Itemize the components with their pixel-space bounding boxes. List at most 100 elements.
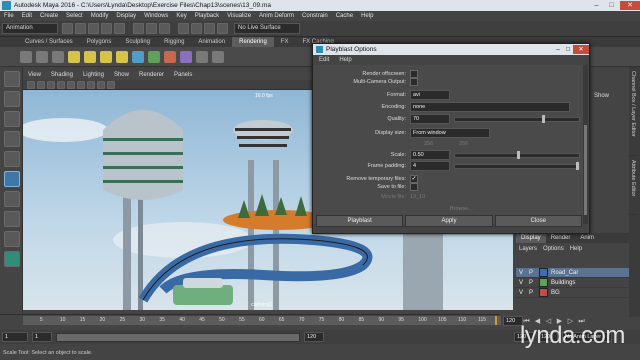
bookmarks-icon[interactable] [37, 80, 45, 89]
quality-slider[interactable] [454, 114, 580, 123]
layer-menu-options[interactable]: Options [543, 246, 564, 252]
range-start-field[interactable]: 1 [2, 332, 28, 342]
render-settings-icon[interactable] [20, 50, 32, 63]
minimize-icon[interactable]: – [590, 1, 603, 10]
frame-padding-slider[interactable] [454, 161, 580, 170]
vp-menu-panels[interactable]: Panels [174, 72, 192, 78]
menu-cache[interactable]: Cache [336, 13, 353, 19]
shelf-tab-animation[interactable]: Animation [191, 37, 232, 47]
lambert-material-icon[interactable] [148, 50, 160, 63]
redo-icon[interactable] [114, 23, 125, 34]
menu-playback[interactable]: Playback [195, 13, 219, 19]
move-tool-icon[interactable] [4, 131, 20, 147]
layer-tab-render[interactable]: Render [546, 233, 576, 243]
lights-icon[interactable] [97, 80, 105, 89]
layer-visibility-toggle[interactable]: V [516, 270, 526, 276]
movie-file-field[interactable]: 13_10 [410, 194, 425, 200]
last-tool-icon[interactable] [4, 191, 20, 207]
save-to-file-checkbox[interactable] [410, 183, 418, 191]
dialog-maximize-icon[interactable]: □ [563, 46, 573, 53]
shelf-tab-rendering[interactable]: Rendering [232, 37, 274, 47]
range-inner-start-field[interactable]: 1 [32, 332, 52, 342]
layer-menu-help[interactable]: Help [570, 246, 582, 252]
snap-curve-icon[interactable] [191, 23, 202, 34]
layer-menu-layers[interactable]: Layers [519, 246, 537, 252]
shadows-icon[interactable] [107, 80, 115, 89]
layer-playback-toggle[interactable]: P [526, 280, 536, 286]
encoding-dropdown[interactable]: none [410, 102, 570, 112]
apply-button[interactable]: Apply [405, 215, 493, 227]
scale-slider-thumb[interactable] [517, 150, 520, 159]
select-component-icon[interactable] [159, 23, 170, 34]
wireframe-icon[interactable] [67, 80, 75, 89]
snap-surface-icon[interactable] [217, 23, 228, 34]
live-surface-field[interactable]: No Live Surface [234, 23, 300, 34]
new-scene-icon[interactable] [62, 23, 73, 34]
layer-playback-toggle[interactable]: P [526, 290, 536, 296]
camera-attributes-icon[interactable] [27, 80, 35, 89]
menu-file[interactable]: File [4, 13, 14, 19]
vp-menu-lighting[interactable]: Lighting [83, 72, 104, 78]
playblast-button[interactable]: Playblast [316, 215, 404, 227]
range-slider[interactable] [56, 332, 300, 342]
four-view-layout-icon[interactable] [4, 231, 20, 247]
select-tool-icon[interactable] [4, 71, 20, 87]
dialog-scrollbar-thumb[interactable] [584, 125, 587, 215]
grid-toggle-icon[interactable] [57, 80, 65, 89]
multi-camera-checkbox[interactable] [410, 78, 418, 86]
shelf-tab-rigging[interactable]: Rigging [157, 37, 191, 47]
camera-icon[interactable] [196, 50, 208, 63]
maximize-icon[interactable]: □ [605, 1, 618, 10]
menu-select[interactable]: Select [66, 13, 83, 19]
snap-point-icon[interactable] [204, 23, 215, 34]
shelf-tab-curves-surfaces[interactable]: Curves / Surfaces [18, 37, 80, 47]
blinn-material-icon[interactable] [132, 50, 144, 63]
tab-channel-box-layer-editor[interactable]: Channel Box / Layer Editor [629, 67, 637, 156]
menu-constrain[interactable]: Constrain [302, 13, 328, 19]
menu-help[interactable]: Help [361, 13, 373, 19]
scale-slider[interactable] [454, 150, 580, 159]
vp-menu-show[interactable]: Show [114, 72, 129, 78]
display-height-field[interactable]: 256 [459, 141, 468, 147]
dialog-menu-help[interactable]: Help [339, 57, 351, 63]
layer-row[interactable]: V P Buildings [516, 278, 629, 288]
shelf-tab-sculpting[interactable]: Sculpting [118, 37, 157, 47]
vp-menu-shading[interactable]: Shading [51, 72, 73, 78]
dialog-close-icon[interactable]: ✕ [573, 45, 589, 54]
quality-field[interactable]: 70 [410, 114, 450, 124]
select-object-icon[interactable] [146, 23, 157, 34]
scale-tool-icon[interactable] [4, 171, 20, 187]
render-view-icon[interactable] [36, 50, 48, 63]
menu-anim-deform[interactable]: Anim Deform [259, 13, 294, 19]
close-button[interactable]: Close [494, 215, 582, 227]
layer-visibility-toggle[interactable]: V [516, 290, 526, 296]
show-label[interactable]: Show [594, 93, 609, 99]
menu-key[interactable]: Key [176, 13, 186, 19]
smooth-shade-icon[interactable] [77, 80, 85, 89]
maya-app-home-icon[interactable] [4, 251, 20, 267]
menu-modify[interactable]: Modify [91, 13, 109, 19]
undo-icon[interactable] [101, 23, 112, 34]
format-dropdown[interactable]: avi [410, 90, 450, 100]
dialog-menu-edit[interactable]: Edit [319, 57, 329, 63]
save-scene-icon[interactable] [88, 23, 99, 34]
menu-visualize[interactable]: Visualize [227, 13, 251, 19]
hypershade-icon[interactable] [180, 50, 192, 63]
dialog-minimize-icon[interactable]: – [553, 46, 563, 53]
directional-light-icon[interactable] [100, 50, 112, 63]
point-light-icon[interactable] [68, 50, 80, 63]
vp-menu-view[interactable]: View [28, 72, 41, 78]
ipr-render-icon[interactable] [52, 50, 64, 63]
layer-color-swatch[interactable] [539, 288, 548, 297]
frame-padding-field[interactable]: 4 [410, 161, 450, 171]
tab-attribute-editor[interactable]: Attribute Editor [629, 156, 637, 215]
layer-row[interactable]: V P Road_Car [516, 268, 629, 278]
select-hierarchy-icon[interactable] [133, 23, 144, 34]
rotate-tool-icon[interactable] [4, 151, 20, 167]
time-slider-track[interactable]: 5 10 15 20 25 30 35 40 45 50 55 60 65 70 75 80 85 90 95 100… [23, 316, 501, 325]
range-inner-end-field[interactable]: 120 [304, 332, 324, 342]
layer-tab-display[interactable]: Display [516, 233, 546, 243]
menu-create[interactable]: Create [40, 13, 58, 19]
textured-icon[interactable] [87, 80, 95, 89]
layer-visibility-toggle[interactable]: V [516, 280, 526, 286]
